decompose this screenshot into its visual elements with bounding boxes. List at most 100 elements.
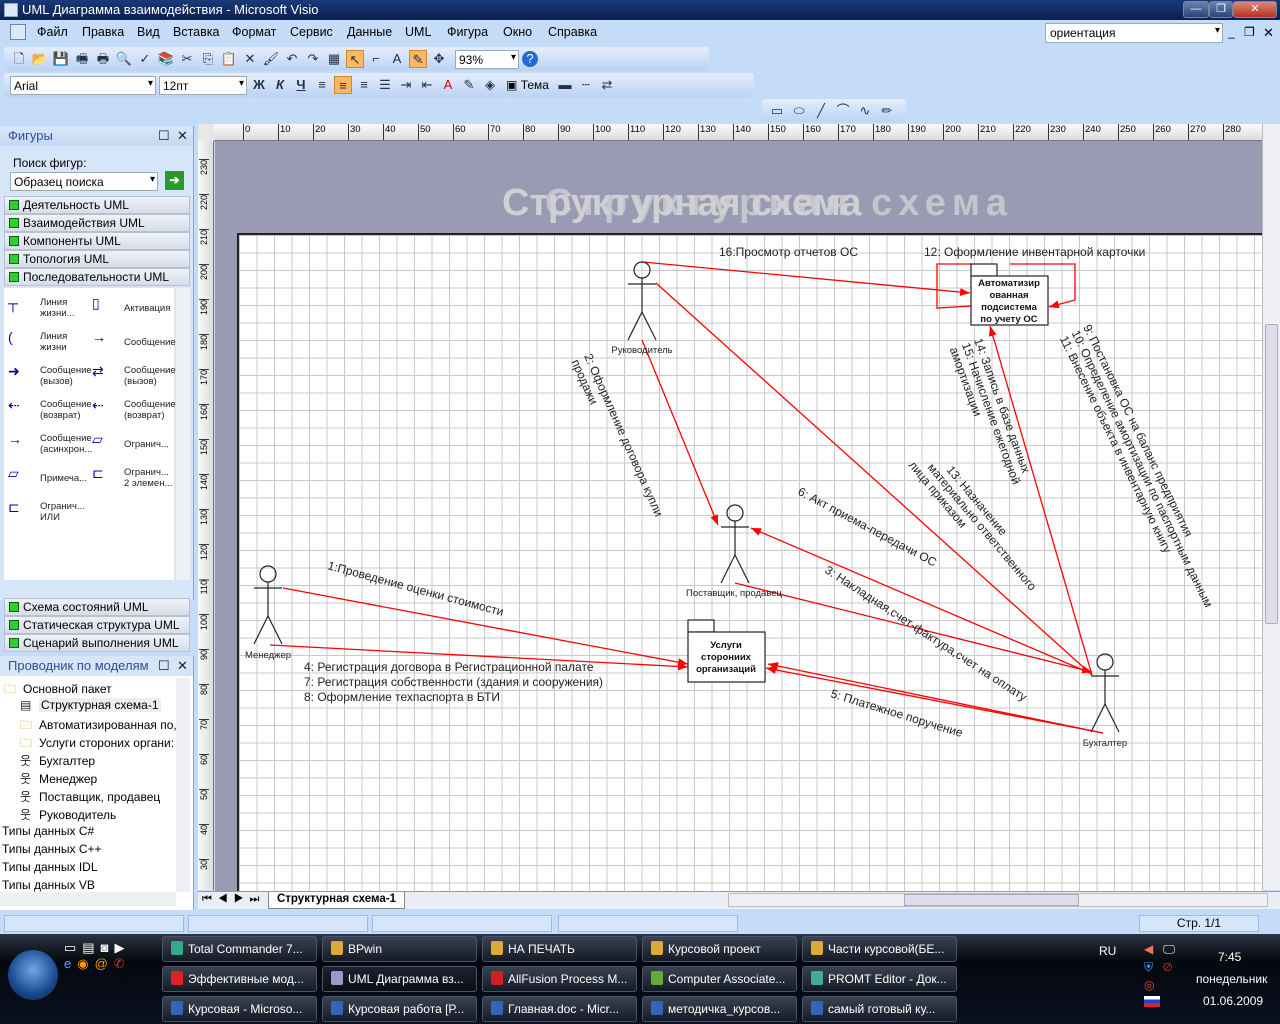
pan-zoom-icon[interactable]: ✥ — [430, 50, 448, 68]
stencil-stencils_top-3[interactable]: Топология UML — [4, 250, 190, 268]
messenger-icon[interactable]: ✆ — [114, 956, 131, 971]
doc-minimize-button[interactable]: _ — [1228, 25, 1235, 39]
search-shapes-input[interactable]: Образец поиска — [10, 172, 158, 191]
taskbar-button[interactable]: PROMT Editor - Док... — [802, 966, 957, 992]
hscroll-thumb[interactable] — [904, 894, 1079, 906]
connection-point-icon[interactable]: ✎ — [409, 50, 427, 68]
stencil-shape[interactable]: ⊏ Огранич... ИЛИ — [6, 498, 90, 528]
paste-icon[interactable]: 📋 — [220, 50, 238, 68]
doc-restore-button[interactable]: ❐ — [1244, 25, 1255, 39]
stencil-shape[interactable]: ⇠ Сообщение (возврат) — [6, 396, 92, 426]
close-button[interactable]: ✕ — [1233, 1, 1277, 18]
freeform-tool-icon[interactable]: ∿ — [856, 102, 874, 120]
underline-button[interactable]: Ч — [292, 76, 310, 94]
taskbar-button[interactable]: методичка_курсов... — [642, 996, 797, 1022]
volume-icon[interactable]: ◀ — [1144, 942, 1153, 956]
antivirus-icon[interactable]: ◎ — [1144, 978, 1154, 992]
ie-icon[interactable]: e — [64, 956, 77, 971]
explorer-float-button[interactable]: ☐ — [158, 656, 170, 676]
explorer-hscroll[interactable] — [0, 892, 176, 906]
stencil-shape[interactable]: ▱ Примеча... — [6, 464, 90, 494]
tree-item[interactable]: Типы данных IDL — [2, 860, 98, 874]
doc-icon[interactable] — [10, 24, 26, 40]
stencil-stencils_top-2[interactable]: Компоненты UML — [4, 232, 190, 250]
flag-ru-icon[interactable] — [1144, 996, 1160, 1007]
save-icon[interactable]: 💾 — [52, 50, 70, 68]
drawing-page[interactable] — [237, 233, 1262, 891]
page-nav-buttons[interactable]: ⏮◀▶⏭ — [202, 893, 265, 906]
stencil-shape[interactable]: (Линия жизни — [6, 328, 90, 358]
menu-item[interactable]: Файл — [37, 25, 68, 39]
tree-item[interactable]: 웃 Бухгалтер — [20, 752, 95, 769]
tree-item[interactable]: ▤ Структурная схема-1 — [20, 698, 161, 712]
drawing-canvas[interactable] — [215, 141, 1262, 891]
tree-item[interactable]: 웃 Менеджер — [20, 770, 97, 787]
redo-icon[interactable]: ↷ — [304, 50, 322, 68]
stencil-shape[interactable]: ➜ Сообщение (вызов) — [6, 362, 92, 392]
print-preview-icon[interactable]: 🔍 — [115, 50, 133, 68]
menu-item[interactable]: Формат — [232, 25, 276, 39]
help-icon[interactable]: ? — [522, 51, 538, 67]
taskbar-button[interactable]: Эффективные мод... — [162, 966, 317, 992]
bold-button[interactable]: Ж — [250, 76, 268, 94]
menu-item[interactable]: Правка — [82, 25, 124, 39]
media-player-icon[interactable]: ▶ — [114, 940, 130, 955]
italic-button[interactable]: К — [271, 76, 289, 94]
taskbar-button[interactable]: Части курсовой(БЕ... — [802, 936, 957, 962]
stencil-shape[interactable]: ┬ Линия жизни... — [6, 294, 90, 324]
theme-button[interactable]: ▣ Тема — [502, 78, 553, 92]
line-pattern-icon[interactable]: ┄ — [577, 76, 595, 94]
stencil-stencils_top-4[interactable]: Последовательности UML — [4, 268, 190, 286]
canvas-hscroll[interactable] — [728, 893, 1268, 907]
stencil-shape[interactable]: ⇠ Сообщение (возврат) — [90, 396, 176, 426]
tree-item[interactable]: 웃 Руководитель — [20, 806, 116, 823]
canvas-vscroll[interactable] — [1262, 124, 1280, 890]
winamp-icon[interactable]: ◙ — [101, 940, 115, 955]
start-button[interactable] — [8, 950, 58, 1000]
taskbar-button[interactable]: самый готовый ку... — [802, 996, 957, 1022]
print-icon[interactable]: 🖶 — [94, 50, 112, 68]
panel-float-button[interactable]: ☐ — [158, 126, 170, 146]
taskbar-button[interactable]: Главная.doc - Micr... — [482, 996, 637, 1022]
menu-item[interactable]: Вставка — [173, 25, 219, 39]
cut-icon[interactable]: ✂ — [178, 50, 196, 68]
stencil-shape[interactable]: → Сообщение — [90, 328, 176, 358]
stencil-shape[interactable]: ⇄ Сообщение (вызов) — [90, 362, 176, 392]
fill-color-icon[interactable]: ◈ — [481, 76, 499, 94]
shapes-icon[interactable]: ▦ — [325, 50, 343, 68]
text-tool-icon[interactable]: A — [388, 50, 406, 68]
stencil-shape[interactable]: ⊏ Огранич... 2 элемен... — [90, 464, 174, 494]
visio-app-icon[interactable] — [4, 3, 18, 17]
line-color-icon[interactable]: ✎ — [460, 76, 478, 94]
copy-icon[interactable]: ⎘ — [199, 50, 217, 68]
tree-item[interactable]: 웃 Поставщик, продавец — [20, 788, 160, 805]
doc-close-button[interactable]: ✕ — [1263, 25, 1274, 41]
taskbar-button[interactable]: Computer Associate... — [642, 966, 797, 992]
taskbar-button[interactable]: Курсовая работа [Р... — [322, 996, 477, 1022]
new-icon[interactable]: 🗋 — [10, 50, 28, 68]
show-desktop-icon[interactable]: ▭ — [64, 940, 82, 955]
taskbar-button[interactable]: Курсовой проект — [642, 936, 797, 962]
outdent-icon[interactable]: ⇤ — [418, 76, 436, 94]
menu-item[interactable]: Сервис — [290, 25, 333, 39]
explorer-vscroll[interactable] — [176, 678, 190, 892]
menu-item[interactable]: Справка — [548, 25, 597, 39]
stencil-stencils_top-0[interactable]: Деятельность UML — [4, 196, 190, 214]
menu-item[interactable]: UML — [405, 25, 431, 39]
tree-item[interactable]: Типы данных C++ — [2, 842, 102, 856]
indent-icon[interactable]: ⇥ — [397, 76, 415, 94]
taskbar-button[interactable]: Курсовая - Microso... — [162, 996, 317, 1022]
taskbar-button[interactable]: Total Commander 7... — [162, 936, 317, 962]
tree-item[interactable]: Типы данных VB — [2, 878, 95, 892]
zoom-select[interactable]: 93% — [455, 49, 519, 69]
open-icon[interactable]: 📂 — [31, 50, 49, 68]
format-painter-icon[interactable]: 🖌 — [262, 50, 280, 68]
pencil-tool-icon[interactable]: ✏ — [878, 102, 896, 120]
stencil-shape[interactable]: ▱ Огранич... — [90, 430, 174, 460]
line-weight-icon[interactable]: ▬ — [556, 76, 574, 94]
menu-item[interactable]: Данные — [347, 25, 392, 39]
menu-item[interactable]: Окно — [503, 25, 532, 39]
font-select[interactable]: Arial — [10, 75, 156, 95]
delete-icon[interactable]: ✕ — [241, 50, 259, 68]
taskbar-button[interactable]: AllFusion Process M... — [482, 966, 637, 992]
